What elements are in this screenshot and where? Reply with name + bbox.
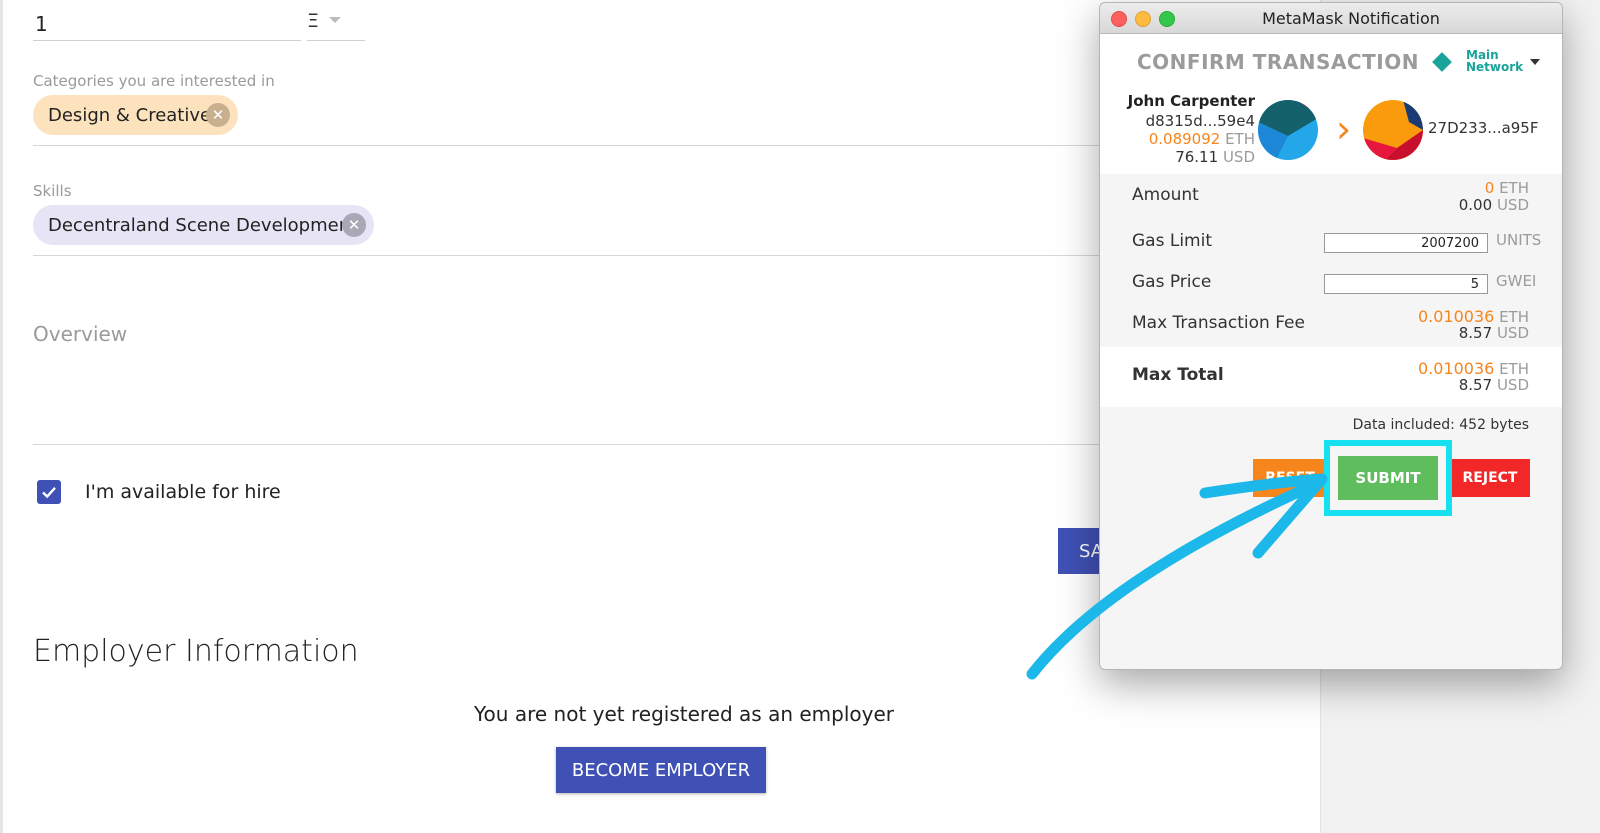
checkmark-icon	[42, 486, 56, 499]
max-fee-usd: 8.57 USD	[1458, 324, 1529, 342]
submit-button[interactable]: SUBMIT	[1338, 456, 1438, 500]
rate-input-value: 1	[35, 12, 48, 36]
caret-down-icon	[329, 17, 341, 23]
become-employer-button[interactable]: BECOME EMPLOYER	[556, 747, 766, 793]
amount-usd: 0.00 USD	[1458, 196, 1529, 214]
currency-symbol: Ξ	[307, 10, 320, 32]
to-account-identicon	[1363, 100, 1423, 160]
remove-chip-icon[interactable]: ✕	[206, 103, 230, 127]
window-titlebar: MetaMask Notification	[1100, 3, 1562, 34]
gas-limit-label: Gas Limit	[1132, 231, 1212, 251]
to-account-address: 27D233...a95F	[1428, 119, 1539, 137]
divider	[33, 444, 1103, 445]
skills-label: Skills	[33, 182, 72, 200]
category-chip: Design & Creative ✕	[33, 95, 238, 135]
employer-status-message: You are not yet registered as an employe…	[474, 702, 894, 726]
categories-label: Categories you are interested in	[33, 72, 275, 90]
reset-button[interactable]: RESET	[1253, 459, 1327, 497]
available-checkbox[interactable]	[37, 480, 61, 504]
employer-section-title: Employer Information	[33, 634, 359, 669]
amount-label: Amount	[1132, 185, 1199, 205]
gas-price-label: Gas Price	[1132, 272, 1212, 292]
from-balance-usd: 76.11 USD	[1175, 148, 1255, 166]
overview-textarea[interactable]: Overview	[33, 322, 127, 346]
divider	[33, 145, 1103, 146]
from-balance-eth: 0.089092 ETH	[1148, 130, 1255, 148]
caret-down-icon[interactable]	[1530, 59, 1540, 65]
chevron-right-icon: ›	[1336, 107, 1352, 151]
divider	[33, 255, 1103, 256]
data-included-text: Data included: 452 bytes	[1352, 417, 1529, 433]
remove-chip-icon[interactable]: ✕	[342, 213, 366, 237]
max-total-usd: 8.57 USD	[1458, 376, 1529, 394]
category-chip-label: Design & Creative	[48, 104, 212, 126]
amount-eth: 0 ETH	[1484, 179, 1529, 197]
from-account-identicon	[1258, 100, 1318, 160]
gas-price-input[interactable]: 5	[1324, 274, 1488, 294]
page-left-edge	[0, 0, 3, 833]
currency-select[interactable]: Ξ	[307, 0, 365, 41]
skill-chip: Decentraland Scene Development ✕	[33, 205, 374, 245]
rate-input[interactable]: 1	[33, 0, 301, 41]
gas-limit-input[interactable]: 2007200	[1324, 233, 1488, 253]
metamask-notification-window: MetaMask Notification CONFIRM TRANSACTIO…	[1099, 2, 1563, 670]
skill-chip-label: Decentraland Scene Development	[48, 214, 358, 236]
from-account-name: John Carpenter	[1127, 92, 1255, 110]
max-total-label: Max Total	[1132, 365, 1224, 385]
gas-limit-unit: UNITS	[1496, 231, 1542, 249]
max-fee-label: Max Transaction Fee	[1132, 313, 1305, 333]
from-account-address: d8315d...59e4	[1145, 112, 1255, 130]
window-title: MetaMask Notification	[1262, 9, 1440, 28]
available-label: I'm available for hire	[85, 481, 281, 503]
confirm-transaction-heading: CONFIRM TRANSACTION	[1137, 50, 1419, 74]
network-selector[interactable]: Main Network	[1466, 49, 1526, 73]
reject-button[interactable]: REJECT	[1450, 459, 1530, 497]
gas-price-unit: GWEI	[1496, 272, 1537, 290]
